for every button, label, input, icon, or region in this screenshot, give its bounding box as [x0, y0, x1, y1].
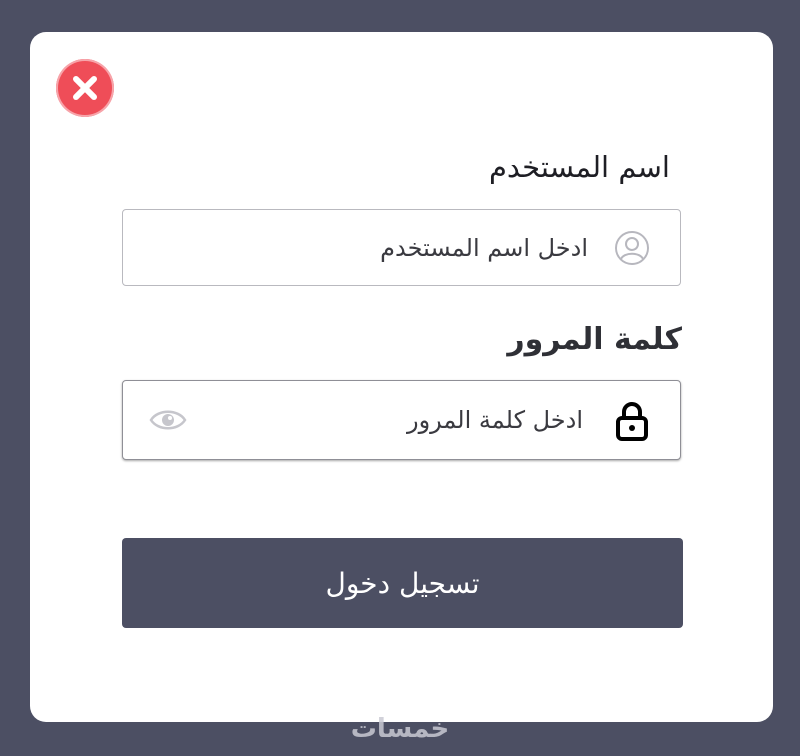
user-icon: [615, 231, 649, 265]
password-field: [122, 380, 681, 460]
login-button[interactable]: تسجيل دخول: [122, 538, 683, 628]
password-input[interactable]: [203, 381, 585, 459]
login-screen: اسم المستخدم كلمة المرور تسجيل دخول خمسا…: [0, 0, 800, 756]
username-input[interactable]: [203, 210, 590, 285]
lock-icon: [616, 402, 648, 441]
password-label: كلمة المرور: [507, 322, 682, 357]
username-field: [122, 209, 681, 286]
close-icon: [73, 76, 97, 100]
username-label: اسم المستخدم: [488, 150, 670, 184]
eye-icon[interactable]: [149, 403, 187, 437]
close-button[interactable]: [56, 59, 114, 117]
watermark: خمسات: [350, 714, 450, 744]
